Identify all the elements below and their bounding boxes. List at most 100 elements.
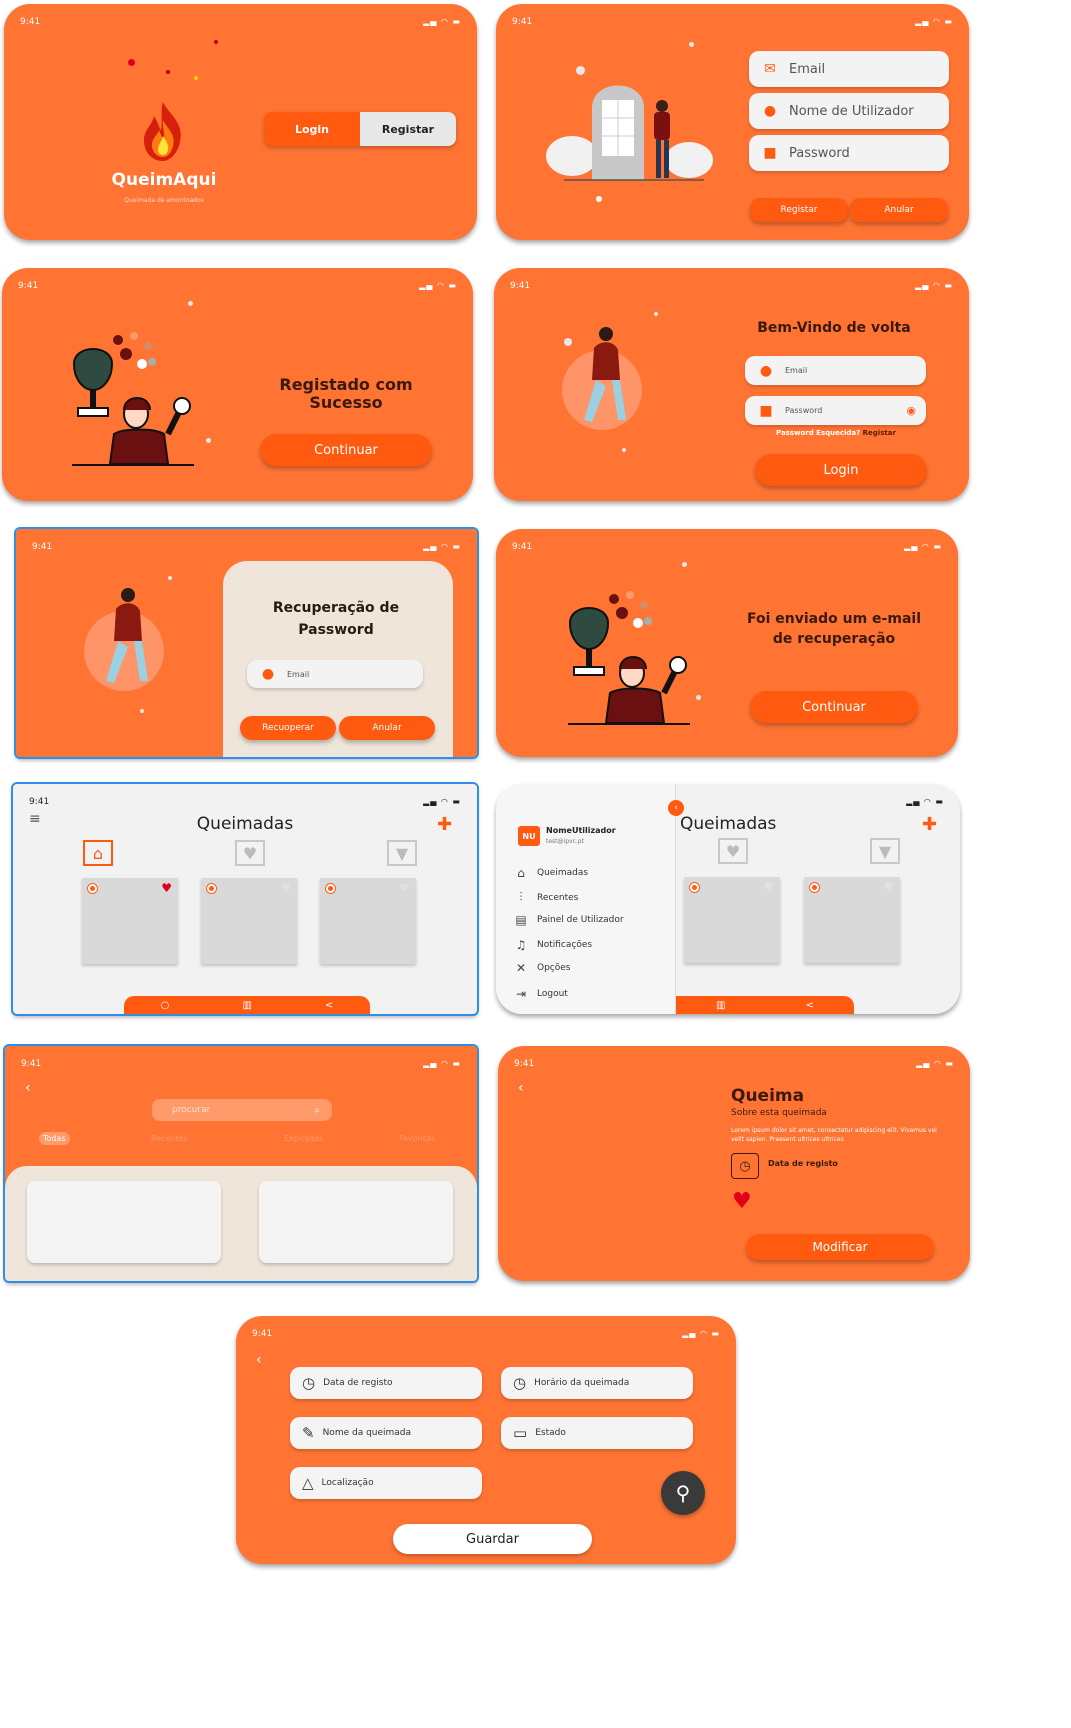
page-title: Queimadas (680, 814, 777, 834)
email-sent-title: Foi enviado um e-mail de recuperação (746, 611, 921, 647)
status-dot (810, 883, 819, 892)
filter-icon[interactable]: ▼ (387, 840, 417, 866)
register-link[interactable]: Registar (863, 429, 896, 437)
email-field[interactable]: ✉ Email (749, 51, 949, 87)
tab-favoritas[interactable]: Favoritas (399, 1134, 435, 1143)
trash-icon[interactable]: ▥ (716, 1000, 725, 1011)
login-button[interactable]: Login (755, 454, 927, 486)
walking-person-illustration (84, 588, 164, 691)
forgot-password-link[interactable]: Password Esquecida? (776, 429, 860, 437)
status-icons: ▂▄ ◠ ▬ (423, 797, 461, 806)
tab-expiradas[interactable]: Expiradas (284, 1134, 323, 1143)
status-icons: ▂▄ ◠ ▬ (682, 1329, 720, 1338)
menu-item-logout[interactable]: ⇥ Logout (514, 987, 568, 1001)
status-time: 9:41 (510, 281, 531, 291)
status-field[interactable]: ▭ Estado (501, 1417, 693, 1449)
password-field[interactable]: ■ Password (749, 135, 949, 171)
pencil-icon: ✎ (302, 1424, 315, 1442)
favorite-heart-icon[interactable]: ♥ (883, 880, 894, 894)
bottom-nav: ○ ▥ < (124, 996, 370, 1014)
share-icon[interactable]: < (325, 1000, 333, 1011)
burn-card[interactable]: ♥ (201, 878, 297, 964)
door-illustration (546, 85, 713, 181)
add-icon[interactable]: ✚ (437, 814, 452, 835)
page-title: Queimadas (196, 814, 294, 834)
status-icons: ▂▄ ◠ ▬ (916, 1059, 954, 1068)
back-icon[interactable]: ‹ (25, 1080, 31, 1096)
status-dot (88, 884, 97, 893)
share-icon[interactable]: < (806, 1000, 814, 1011)
back-icon[interactable]: ‹ (518, 1080, 524, 1096)
continue-button[interactable]: Continuar (260, 434, 432, 466)
search-icon[interactable]: ⌕ (314, 1105, 320, 1116)
email-icon: ✉ (764, 61, 776, 77)
welcome-title: Bem-Vindo de volta (757, 320, 911, 336)
continue-button[interactable]: Continuar (750, 691, 918, 723)
tab-todas[interactable]: Todas (39, 1132, 70, 1145)
trash-icon[interactable]: ▥ (242, 1000, 251, 1011)
id-card-icon: ▤ (515, 913, 527, 927)
location-field[interactable]: △ Localização (290, 1467, 482, 1499)
status-icons: ▂▄ ◠ ▬ (419, 281, 457, 290)
username-field[interactable]: ● Nome de Utilizador (749, 93, 949, 129)
filter-icon[interactable]: ▼ (870, 838, 900, 864)
burn-card[interactable]: ♥ (82, 878, 178, 964)
user-icon: ● (763, 103, 777, 119)
cancel-button[interactable]: Anular (850, 198, 948, 222)
cancel-button[interactable]: Anular (339, 716, 435, 740)
favorite-heart-icon[interactable]: ♥ (280, 881, 291, 895)
favorite-heart-icon[interactable]: ♥ (763, 880, 774, 894)
modify-button[interactable]: Modificar (746, 1234, 934, 1260)
back-icon[interactable]: ‹ (256, 1352, 262, 1368)
home-icon[interactable]: ⌂ (83, 840, 113, 866)
status-time: 9:41 (21, 1059, 42, 1069)
time-field[interactable]: ◷ Horário da queimada (501, 1367, 693, 1399)
result-card[interactable] (259, 1181, 453, 1263)
date-field[interactable]: ◷ Data de registo (290, 1367, 482, 1399)
menu-item-recentes[interactable]: ⫶ Recentes (514, 890, 578, 905)
add-icon[interactable]: ✚ (922, 814, 937, 835)
favorites-heart-icon[interactable]: ♥ (718, 838, 748, 864)
status-dot (207, 884, 216, 893)
side-menu-screen: 9:41 ▂▄ ◠ ▬ NU NomeUtilizador test@ipvc.… (496, 784, 960, 1014)
tab-recentes[interactable]: Recentes (151, 1134, 188, 1143)
recover-button[interactable]: Recuoperar (240, 716, 336, 740)
menu-item-notifications[interactable]: ♫ Notificações (514, 938, 592, 952)
favorites-heart-icon[interactable]: ♥ (235, 840, 265, 866)
name-field[interactable]: ✎ Nome da queimada (290, 1417, 482, 1449)
search-icon[interactable]: ○ (161, 1000, 170, 1011)
brand-tagline: Queimada de amontoados (124, 197, 204, 204)
bell-icon: ♫ (515, 938, 527, 952)
user-icon: ● (759, 362, 773, 379)
search-input[interactable]: procurar ⌕ (152, 1099, 332, 1121)
menu-item-queimadas[interactable]: ⌂ Queimadas (514, 866, 588, 880)
burn-card[interactable]: ♥ (684, 877, 780, 963)
email-field[interactable]: ● Email (247, 660, 423, 688)
detail-title: Queima (731, 1086, 805, 1106)
favorite-heart-icon[interactable]: ♥ (732, 1189, 752, 1214)
menu-icon[interactable]: ≡ (29, 812, 49, 826)
detail-subtitle: Sobre esta queimada (731, 1108, 827, 1118)
save-button[interactable]: Guardar (393, 1524, 592, 1554)
register-tab[interactable]: Registar (360, 112, 456, 146)
brand-name: QueimAqui (111, 170, 217, 190)
status-icons: ▂▄ ◠ ▬ (423, 17, 461, 26)
register-screen: 9:41 ▂▄ ◠ ▬ ✉ Email ● Nome de Utilizador ■… (496, 4, 969, 240)
password-recovery-screen: 9:41 ▂▄ ◠ ▬ Recuperação de Password ● Ema… (14, 527, 479, 759)
eye-icon[interactable]: ◉ (906, 404, 916, 417)
menu-item-user-panel[interactable]: ▤ Painel de Utilizador (514, 913, 623, 927)
logout-icon: ⇥ (515, 987, 527, 1001)
walking-person-illustration (562, 327, 642, 430)
menu-item-options[interactable]: ✕ Opções (514, 961, 571, 975)
tools-icon: ✕ (515, 961, 527, 975)
favorite-heart-icon[interactable]: ♥ (161, 881, 172, 895)
map-pin-button[interactable]: ⚲ (661, 1471, 705, 1515)
burn-card[interactable]: ♥ (804, 877, 900, 963)
login-tab[interactable]: Login (264, 112, 360, 146)
password-field[interactable]: ■ Password ◉ (745, 396, 926, 425)
register-button[interactable]: Registar (750, 198, 848, 222)
result-card[interactable] (27, 1181, 221, 1263)
burn-card[interactable]: ♥ (320, 878, 416, 964)
favorite-heart-icon[interactable]: ♥ (399, 881, 410, 895)
email-field[interactable]: ● Email (745, 356, 926, 385)
